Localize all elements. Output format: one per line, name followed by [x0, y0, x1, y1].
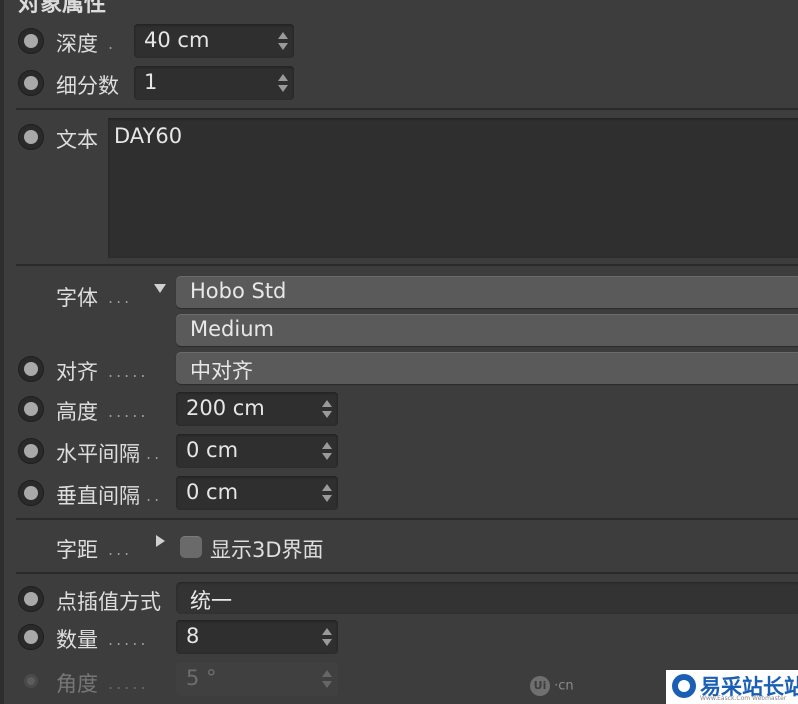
v-spacing-value: 0 cm — [186, 480, 239, 504]
label-dots: ..... — [108, 362, 149, 381]
font-family-value: Hobo Std — [190, 279, 287, 303]
section-title: 对象属性 — [18, 0, 107, 17]
angle-value: 5 ° — [186, 666, 217, 690]
depth-value: 40 cm — [144, 28, 210, 52]
stepper-arrows-icon[interactable] — [278, 74, 288, 92]
align-dropdown[interactable]: 中对齐 — [176, 352, 798, 384]
depth-input[interactable]: 40 cm — [134, 24, 294, 58]
font-style-dropdown[interactable]: Medium — [176, 314, 798, 346]
divider — [16, 264, 798, 266]
animate-radio-subdivision[interactable] — [18, 70, 44, 96]
v-spacing-label: 垂直间隔 — [56, 484, 140, 508]
h-spacing-label: 水平间隔 — [56, 442, 140, 466]
text-label: 文本 — [56, 128, 98, 152]
v-spacing-input[interactable]: 0 cm — [176, 476, 338, 510]
font-family-dropdown[interactable]: Hobo Std — [176, 276, 798, 308]
label-dots: .. — [146, 486, 163, 505]
font-style-value: Medium — [190, 317, 274, 341]
object-properties-panel: 对象属性 深度 . 40 cm 细分数 1 文本 DAY60 字体 ... Ho… — [0, 0, 798, 704]
subdivision-value: 1 — [144, 70, 158, 94]
interpolation-label: 点插值方式 — [56, 590, 161, 614]
align-label: 对齐 — [56, 360, 98, 384]
animate-radio-h-spacing[interactable] — [18, 438, 44, 464]
angle-label: 角度 — [56, 672, 98, 696]
animate-radio-v-spacing[interactable] — [18, 480, 44, 506]
site-watermark: 易采站长站 Www.Easck.Com Webmaster — [666, 670, 798, 704]
count-label: 数量 — [56, 628, 98, 652]
subdivision-input[interactable]: 1 — [134, 66, 294, 100]
site-logo-icon — [672, 674, 696, 698]
stepper-arrows-icon[interactable] — [322, 484, 332, 502]
align-value: 中对齐 — [190, 359, 253, 383]
divider — [16, 572, 798, 574]
interpolation-dropdown[interactable]: 统一 — [176, 582, 798, 614]
angle-input: 5 ° — [176, 662, 338, 696]
stepper-arrows-icon[interactable] — [322, 400, 332, 418]
show-3d-ui-label[interactable]: 显示3D界面 — [210, 534, 324, 564]
kerning-label: 字距 — [56, 538, 98, 562]
subdivision-label: 细分数 — [56, 74, 119, 98]
h-spacing-value: 0 cm — [186, 438, 239, 462]
animate-radio-text[interactable] — [18, 124, 44, 150]
ui-cn-watermark: Ui ·cn — [530, 676, 574, 696]
count-input[interactable]: 8 — [176, 620, 338, 654]
label-dots: . — [108, 34, 117, 53]
animate-radio-interpolation[interactable] — [18, 586, 44, 612]
interpolation-value: 统一 — [190, 589, 232, 613]
height-input[interactable]: 200 cm — [176, 392, 338, 426]
count-value: 8 — [186, 624, 200, 648]
label-dots: ... — [108, 288, 133, 307]
height-value: 200 cm — [186, 396, 265, 420]
label-dots: .. — [146, 444, 163, 463]
stepper-arrows-icon[interactable] — [322, 442, 332, 460]
divider — [16, 108, 798, 110]
stepper-arrows-icon — [322, 670, 332, 688]
expand-right-icon[interactable] — [156, 535, 165, 547]
stepper-arrows-icon[interactable] — [322, 628, 332, 646]
ui-watermark-text: ·cn — [554, 678, 574, 694]
section-header: 对象属性 — [4, 0, 798, 17]
label-dots: ..... — [108, 674, 149, 693]
ui-badge-icon: Ui — [530, 676, 550, 696]
text-input[interactable]: DAY60 — [108, 118, 798, 258]
site-subtitle: Www.Easck.Com Webmaster — [700, 695, 787, 702]
animate-radio-align[interactable] — [18, 356, 44, 382]
label-dots: ..... — [108, 402, 149, 421]
show-3d-ui-checkbox[interactable] — [180, 536, 202, 558]
label-dots: ..... — [108, 630, 149, 649]
font-label: 字体 — [56, 286, 98, 310]
text-value: DAY60 — [114, 124, 183, 148]
depth-label: 深度 — [56, 32, 98, 56]
label-dots: ... — [108, 540, 133, 559]
divider — [16, 518, 798, 520]
animate-radio-depth[interactable] — [18, 28, 44, 54]
animate-radio-angle — [24, 674, 38, 688]
height-label: 高度 — [56, 400, 98, 424]
animate-radio-count[interactable] — [18, 624, 44, 650]
expand-down-icon[interactable] — [154, 284, 166, 293]
h-spacing-input[interactable]: 0 cm — [176, 434, 338, 468]
stepper-arrows-icon[interactable] — [278, 32, 288, 50]
animate-radio-height[interactable] — [18, 396, 44, 422]
